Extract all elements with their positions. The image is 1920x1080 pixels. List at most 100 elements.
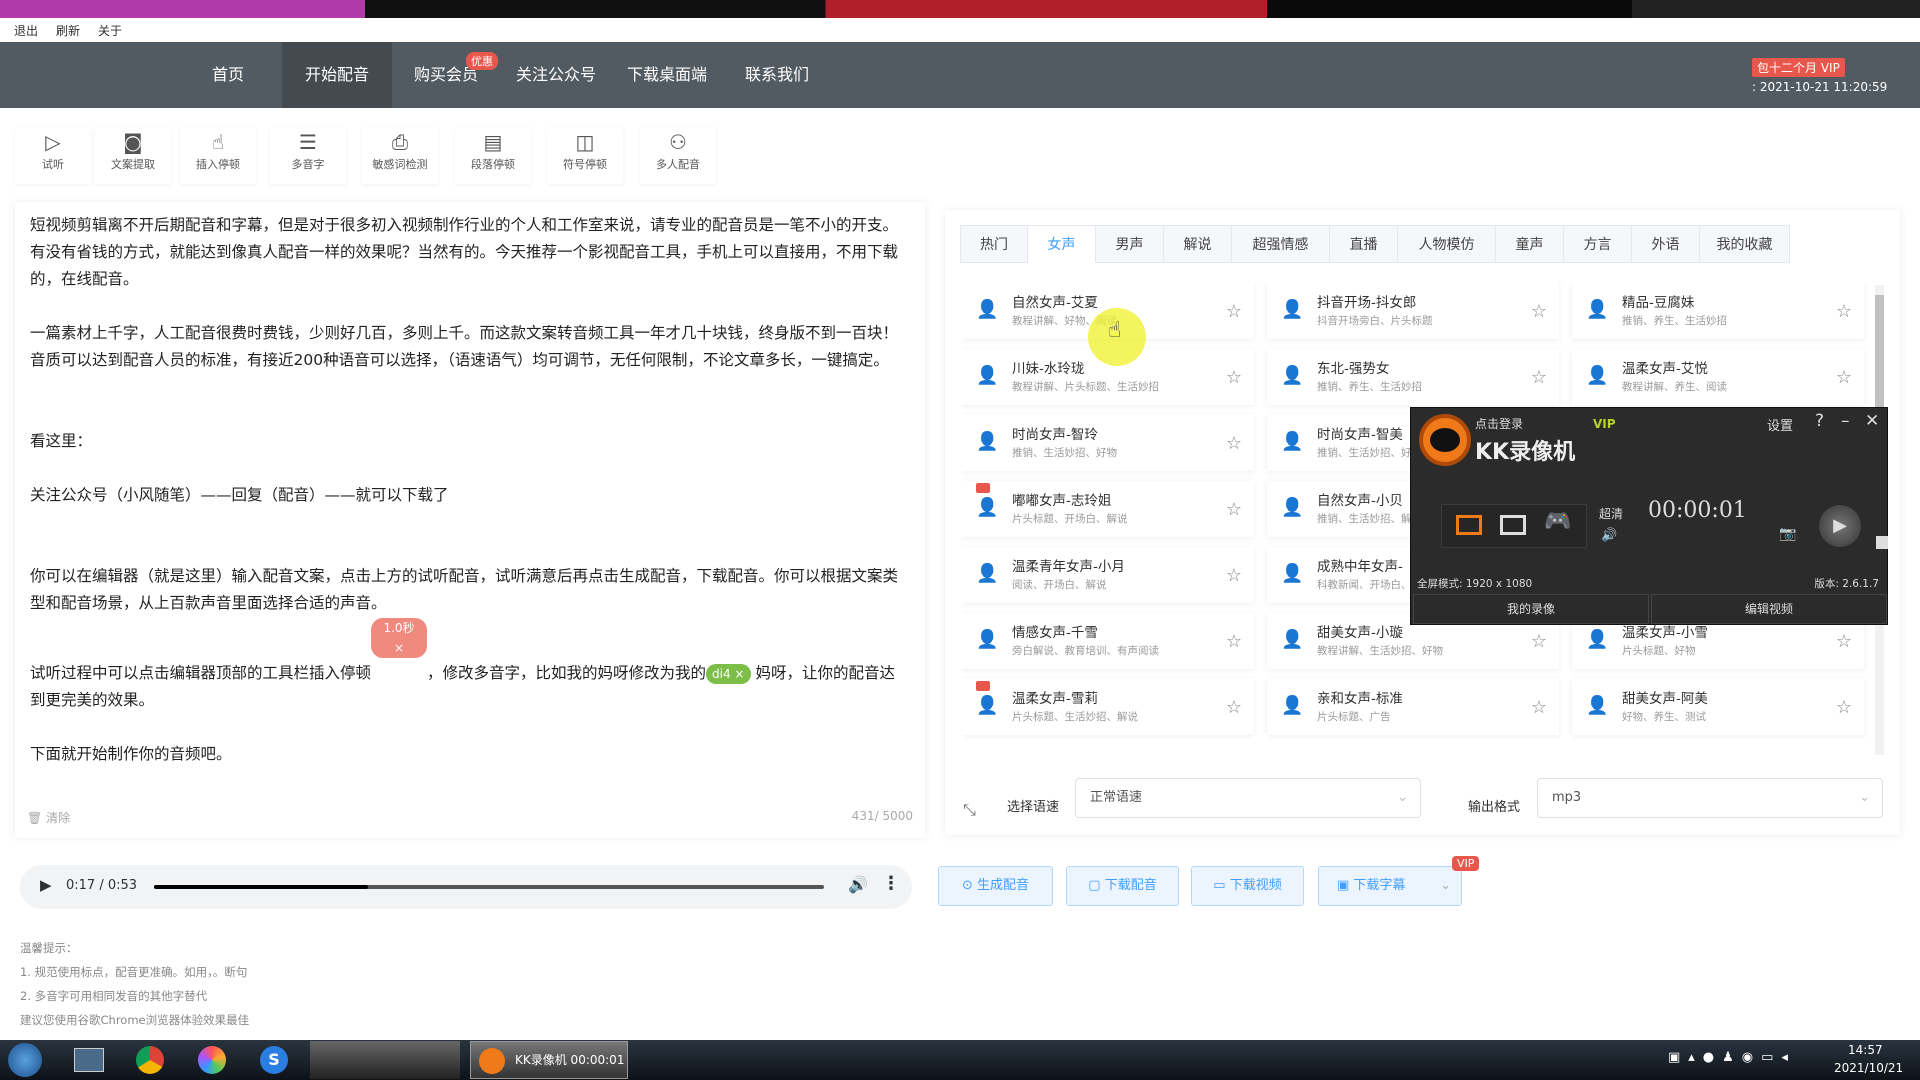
tab-voice-9[interactable]: 外语 xyxy=(1632,225,1700,263)
speed-select[interactable]: 正常语速 ⌄ xyxy=(1075,778,1421,818)
nav-contact[interactable]: 联系我们 xyxy=(731,42,823,108)
star-icon[interactable]: ☆ xyxy=(1531,367,1547,388)
download-video-button[interactable]: ▭ 下载视频 xyxy=(1191,866,1304,906)
kk-settings[interactable]: 设置 xyxy=(1767,415,1793,434)
play-icon[interactable]: ▶ xyxy=(40,876,52,894)
star-icon[interactable]: ☆ xyxy=(1226,433,1242,454)
menu-about[interactable]: 关于 xyxy=(98,22,122,39)
seek-bar[interactable] xyxy=(154,885,824,889)
kk-close-icon[interactable]: ✕ xyxy=(1865,411,1879,431)
star-icon[interactable]: ☆ xyxy=(1226,301,1242,322)
tab-voice-4[interactable]: 超强情感 xyxy=(1232,225,1330,263)
tab-voice-10[interactable]: 我的收藏 xyxy=(1700,225,1790,263)
voice-card[interactable]: 👤 温柔女声-雪莉 片头标题、生活妙招、解说 ☆ xyxy=(962,679,1254,735)
nav-home[interactable]: 首页 xyxy=(198,42,258,108)
kk-minimize-icon[interactable]: – xyxy=(1841,411,1850,431)
tool-sliders[interactable]: ☰ 多音字 xyxy=(270,128,346,184)
star-icon[interactable]: ☆ xyxy=(1836,301,1852,322)
kk-my-recordings-button[interactable]: 我的录像 xyxy=(1413,594,1649,624)
tool-camera[interactable]: ◙ 文案提取 xyxy=(95,128,171,184)
kk-vip[interactable]: VIP xyxy=(1593,417,1616,431)
editor-content[interactable]: 短视频剪辑离不开后期配音和字幕，但是对于很多初入视频制作行业的个人和工作室来说，… xyxy=(30,212,910,768)
menu-refresh[interactable]: 刷新 xyxy=(56,22,80,39)
chevron-down-icon[interactable]: ⌄ xyxy=(1440,867,1451,905)
kk-record-button[interactable]: ▶ xyxy=(1819,505,1861,547)
voice-card[interactable]: 👤 东北-强势女 推销、养生、生活妙招 ☆ xyxy=(1267,349,1559,405)
star-icon[interactable]: ☆ xyxy=(1531,631,1547,652)
kk-login-link[interactable]: 点击登录 xyxy=(1475,415,1523,432)
star-icon[interactable]: ☆ xyxy=(1226,499,1242,520)
clear-button[interactable]: 🗑 清除 xyxy=(27,809,70,826)
nav-follow-account[interactable]: 关注公众号 xyxy=(502,42,610,108)
vip-badge: 包十二个月 VIP xyxy=(1752,58,1845,77)
voice-card[interactable]: 👤 嘟嘟女声-志玲姐 片头标题、开场白、解说 ☆ xyxy=(962,481,1254,537)
pause-tag[interactable]: 1.0秒 × xyxy=(371,618,428,658)
hot-badge-icon xyxy=(976,681,990,691)
star-icon[interactable]: ☆ xyxy=(1226,697,1242,718)
kk-help-icon[interactable]: ? xyxy=(1815,411,1824,431)
kk-quality[interactable]: 超清 xyxy=(1599,505,1623,522)
voice-card[interactable]: 👤 抖音开场-抖女郎 抖音开场旁白、片头标题 ☆ xyxy=(1267,283,1559,339)
tool-hand-pointer[interactable]: ☝ 插入停顿 xyxy=(180,128,256,184)
kk-volume-icon[interactable]: 🔊 xyxy=(1601,528,1617,543)
taskbar-window[interactable] xyxy=(310,1041,460,1079)
explorer-icon[interactable] xyxy=(74,1048,104,1072)
star-icon[interactable]: ☆ xyxy=(1226,367,1242,388)
star-icon[interactable]: ☆ xyxy=(1836,697,1852,718)
collapse-icon[interactable]: ⤡ xyxy=(963,800,976,820)
system-tray[interactable]: ▣▴●♟◉▭◂ xyxy=(1668,1050,1796,1065)
browser-icon[interactable] xyxy=(198,1046,226,1074)
star-icon[interactable]: ☆ xyxy=(1226,565,1242,586)
voice-card[interactable]: 👤 时尚女声-智玲 推销、生活妙招、好物 ☆ xyxy=(962,415,1254,471)
tab-voice-5[interactable]: 直播 xyxy=(1330,225,1398,263)
format-select[interactable]: mp3 ⌄ xyxy=(1537,778,1883,818)
tab-voice-7[interactable]: 童声 xyxy=(1496,225,1564,263)
generate-audio-button[interactable]: ⊙ 生成配音 xyxy=(938,866,1053,906)
tab-voice-1[interactable]: 女声 xyxy=(1028,225,1096,263)
star-icon[interactable]: ☆ xyxy=(1836,367,1852,388)
kk-mode-info: 全屏模式: 1920 x 1080 xyxy=(1417,578,1533,590)
tab-voice-8[interactable]: 方言 xyxy=(1564,225,1632,263)
pinyin-tag[interactable]: di4 × xyxy=(706,664,751,684)
voice-card[interactable]: 👤 情感女声-千雪 旁白解说、教育培训、有声阅读 ☆ xyxy=(962,613,1254,669)
star-icon[interactable]: ☆ xyxy=(1836,631,1852,652)
kk-fullscreen-mode-icon[interactable] xyxy=(1456,515,1482,535)
star-icon[interactable]: ☆ xyxy=(1531,301,1547,322)
text-editor[interactable]: 短视频剪辑离不开后期配音和字幕，但是对于很多初入视频制作行业的个人和工作室来说，… xyxy=(15,202,925,838)
clock-date[interactable]: 2021/10/21 xyxy=(1834,1061,1903,1075)
voice-card[interactable]: 👤 温柔青年女声-小月 阅读、开场白、解说 ☆ xyxy=(962,547,1254,603)
kk-screenshot-icon[interactable]: 📷 xyxy=(1779,526,1796,542)
start-button[interactable] xyxy=(8,1043,42,1077)
sogou-browser-icon[interactable]: S xyxy=(260,1046,288,1074)
kk-game-mode-icon[interactable]: 🎮 xyxy=(1544,509,1571,534)
voice-card[interactable]: 👤 甜美女声-阿美 好物、养生、测试 ☆ xyxy=(1572,679,1864,735)
volume-icon[interactable]: 🔊 xyxy=(848,875,868,894)
tab-voice-6[interactable]: 人物模仿 xyxy=(1398,225,1496,263)
tool-play-circle[interactable]: ▷ 试听 xyxy=(15,128,91,184)
tab-voice-2[interactable]: 男声 xyxy=(1096,225,1164,263)
tool-users[interactable]: ⚇ 多人配音 xyxy=(640,128,716,184)
voice-tags: 片头标题、开场白、解说 xyxy=(1012,513,1128,525)
chrome-icon[interactable] xyxy=(136,1046,164,1074)
clock-time[interactable]: 14:57 xyxy=(1848,1043,1883,1057)
more-options-icon[interactable]: ⋮ xyxy=(882,873,900,894)
kk-edit-video-button[interactable]: 编辑视频 xyxy=(1651,594,1887,624)
nav-start-dubbing[interactable]: 开始配音 xyxy=(282,42,392,108)
voice-card[interactable]: 👤 精品-豆腐妹 推销、养生、生活妙招 ☆ xyxy=(1572,283,1864,339)
tab-voice-0[interactable]: 热门 xyxy=(960,225,1028,263)
menu-exit[interactable]: 退出 xyxy=(14,22,38,39)
tool-document[interactable]: ▤ 段落停顿 xyxy=(455,128,531,184)
download-audio-button[interactable]: ▢ 下载配音 xyxy=(1066,866,1179,906)
taskbar-kk-recorder[interactable]: KK录像机 00:00:01 xyxy=(470,1041,628,1079)
kk-stop-button[interactable] xyxy=(1876,536,1888,549)
star-icon[interactable]: ☆ xyxy=(1531,697,1547,718)
star-icon[interactable]: ☆ xyxy=(1226,631,1242,652)
download-subtitle-button[interactable]: ▣ 下载字幕 ⌄ xyxy=(1318,866,1462,906)
tab-voice-3[interactable]: 解说 xyxy=(1164,225,1232,263)
tool-pause-box[interactable]: ◫ 符号停顿 xyxy=(547,128,623,184)
nav-download-desktop[interactable]: 下载桌面端 xyxy=(613,42,721,108)
kk-region-mode-icon[interactable] xyxy=(1500,515,1526,535)
tool-printer[interactable]: ⎙ 敏感词检测 xyxy=(362,128,438,184)
voice-card[interactable]: 👤 温柔女声-艾悦 教程讲解、养生、阅读 ☆ xyxy=(1572,349,1864,405)
voice-card[interactable]: 👤 亲和女声-标准 片头标题、广告 ☆ xyxy=(1267,679,1559,735)
